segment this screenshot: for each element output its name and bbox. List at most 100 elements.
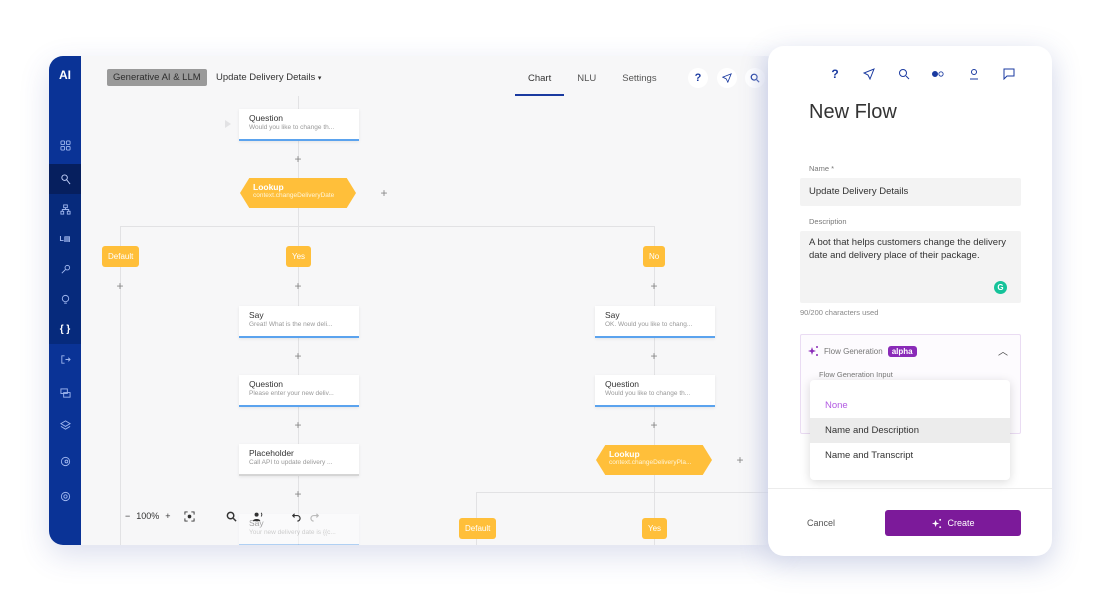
code-icon: { }	[59, 323, 71, 335]
sidebar-item-dashboard[interactable]	[49, 130, 81, 160]
flow-editor-window: AI L▤ { } Generative AI & LLM Update Del…	[49, 56, 779, 545]
panel-title: New Flow	[809, 101, 897, 123]
zoom-in-button[interactable]: +	[165, 511, 170, 521]
sidebar-item-tools[interactable]	[49, 254, 81, 284]
canvas-toolbar: − 100% +	[125, 509, 329, 523]
flow-node-question[interactable]: Question Would you like to change th...	[595, 375, 715, 407]
chat-button[interactable]	[1002, 67, 1016, 81]
add-node-button[interactable]: +	[293, 488, 303, 500]
chat-icon	[1003, 68, 1015, 80]
branch-yes[interactable]: Yes	[286, 246, 312, 267]
chevron-up-icon[interactable]: ︿	[998, 343, 1008, 358]
sidebar-item-llm[interactable]: L▤	[49, 224, 81, 254]
sidebar-item-code[interactable]: { }	[49, 314, 81, 344]
add-node-button[interactable]: +	[293, 350, 303, 362]
grammarly-icon[interactable]: G	[994, 281, 1007, 294]
tab-nlu[interactable]: NLU	[564, 70, 609, 96]
sidebar-item-analytics[interactable]	[49, 446, 81, 476]
compass-icon	[863, 68, 875, 80]
search-button[interactable]	[897, 67, 911, 81]
add-branch-button[interactable]: +	[735, 454, 745, 466]
option-name-and-description[interactable]: Name and Description	[810, 418, 1010, 443]
caret-down-icon: ▾	[317, 75, 322, 82]
flow-node-say[interactable]: Say Great! What is the new deli...	[239, 306, 359, 338]
add-node-button[interactable]: +	[293, 280, 303, 292]
branch-yes[interactable]: Yes	[642, 518, 668, 539]
cancel-button[interactable]: Cancel	[807, 518, 835, 528]
tab-settings[interactable]: Settings	[609, 70, 669, 96]
add-node-button[interactable]: +	[293, 153, 303, 165]
add-node-button[interactable]: +	[649, 280, 659, 292]
help-icon: ?	[831, 67, 839, 81]
search-canvas-button[interactable]	[225, 509, 239, 523]
flow-node-lookup[interactable]: Lookup context.changeDeliveryDate	[240, 178, 356, 208]
add-node-button[interactable]: +	[649, 350, 659, 362]
branch-default[interactable]: Default	[459, 518, 497, 539]
compass-button[interactable]	[717, 68, 737, 88]
settings-icon	[60, 491, 70, 501]
add-node-button[interactable]: +	[115, 280, 125, 292]
flow-node-question[interactable]: Question Please enter your new deliv...	[239, 375, 359, 407]
undo-button[interactable]	[289, 509, 303, 523]
tab-chart[interactable]: Chart	[515, 70, 565, 96]
option-none[interactable]: None	[810, 393, 1010, 418]
flow-node-say[interactable]: Say OK. Would you like to chang...	[595, 306, 715, 338]
help-button[interactable]: ?	[828, 67, 842, 81]
chat-icon	[59, 387, 71, 398]
user-icon	[970, 69, 978, 80]
flows-icon	[60, 173, 70, 184]
description-textarea[interactable]: A bot that helps customers change the de…	[800, 231, 1021, 303]
add-node-button[interactable]: +	[293, 419, 303, 431]
user-button[interactable]	[967, 67, 981, 81]
sidebar-item-flows[interactable]	[49, 164, 81, 194]
voice-preview-button[interactable]	[251, 509, 265, 523]
llm-icon: L▤	[59, 236, 71, 243]
flow-canvas[interactable]: Generative AI & LLM Update Delivery Deta…	[81, 56, 779, 545]
connector-arrow	[225, 120, 231, 128]
sidebar: AI L▤ { }	[49, 56, 81, 545]
flow-node-question[interactable]: Question Would you like to change th...	[239, 109, 359, 141]
compass-button[interactable]	[862, 67, 876, 81]
connector	[476, 492, 779, 493]
branch-default[interactable]: Default	[102, 246, 140, 267]
exit-icon	[60, 354, 71, 364]
sidebar-item-layers[interactable]	[49, 410, 81, 440]
zoom-out-button[interactable]: −	[125, 511, 130, 521]
toggle-icon	[932, 71, 944, 77]
add-node-button[interactable]: +	[649, 419, 659, 431]
sidebar-item-exit[interactable]	[49, 344, 81, 374]
help-button[interactable]: ?	[688, 68, 708, 88]
flow-node-placeholder[interactable]: Placeholder Call API to update delivery .…	[239, 444, 359, 476]
add-branch-button[interactable]: +	[379, 187, 389, 199]
new-flow-panel: ? New Flow Name * Update Delivery Detail…	[768, 46, 1052, 556]
fit-view-button[interactable]	[183, 509, 197, 523]
sparkle-icon	[808, 346, 818, 356]
zoom-level: 100%	[136, 511, 160, 521]
toggle-button[interactable]	[931, 67, 945, 81]
dashboard-icon	[59, 139, 71, 151]
sidebar-item-lightbulb[interactable]	[49, 284, 81, 314]
voice-user-icon	[252, 512, 263, 521]
lightbulb-icon	[61, 294, 69, 304]
hierarchy-icon	[59, 203, 71, 215]
analytics-icon	[60, 456, 70, 466]
connector	[120, 226, 121, 545]
flow-node-lookup[interactable]: Lookup context.changeDeliveryPla...	[596, 445, 712, 475]
name-input[interactable]: Update Delivery Details	[800, 178, 1021, 206]
sidebar-item-hierarchy[interactable]	[49, 194, 81, 224]
help-icon: ?	[694, 72, 702, 84]
breadcrumb-category[interactable]: Generative AI & LLM	[107, 69, 207, 86]
alpha-badge: alpha	[887, 345, 917, 357]
sidebar-item-settings[interactable]	[49, 481, 81, 511]
tools-icon	[61, 264, 70, 273]
sparkle-icon	[932, 518, 942, 528]
create-button[interactable]: Create	[885, 510, 1021, 536]
stage: AI L▤ { } Generative AI & LLM Update Del…	[0, 0, 1095, 602]
redo-button[interactable]	[309, 509, 323, 523]
branch-no[interactable]: No	[643, 246, 666, 267]
flow-generation-header[interactable]: Flow Generation alpha	[807, 345, 917, 357]
sidebar-item-chat[interactable]	[49, 378, 81, 408]
app-logo: AI	[59, 68, 71, 82]
option-name-and-transcript[interactable]: Name and Transcript	[810, 443, 1010, 468]
breadcrumb-flow[interactable]: Update Delivery Details ▾	[216, 72, 321, 83]
